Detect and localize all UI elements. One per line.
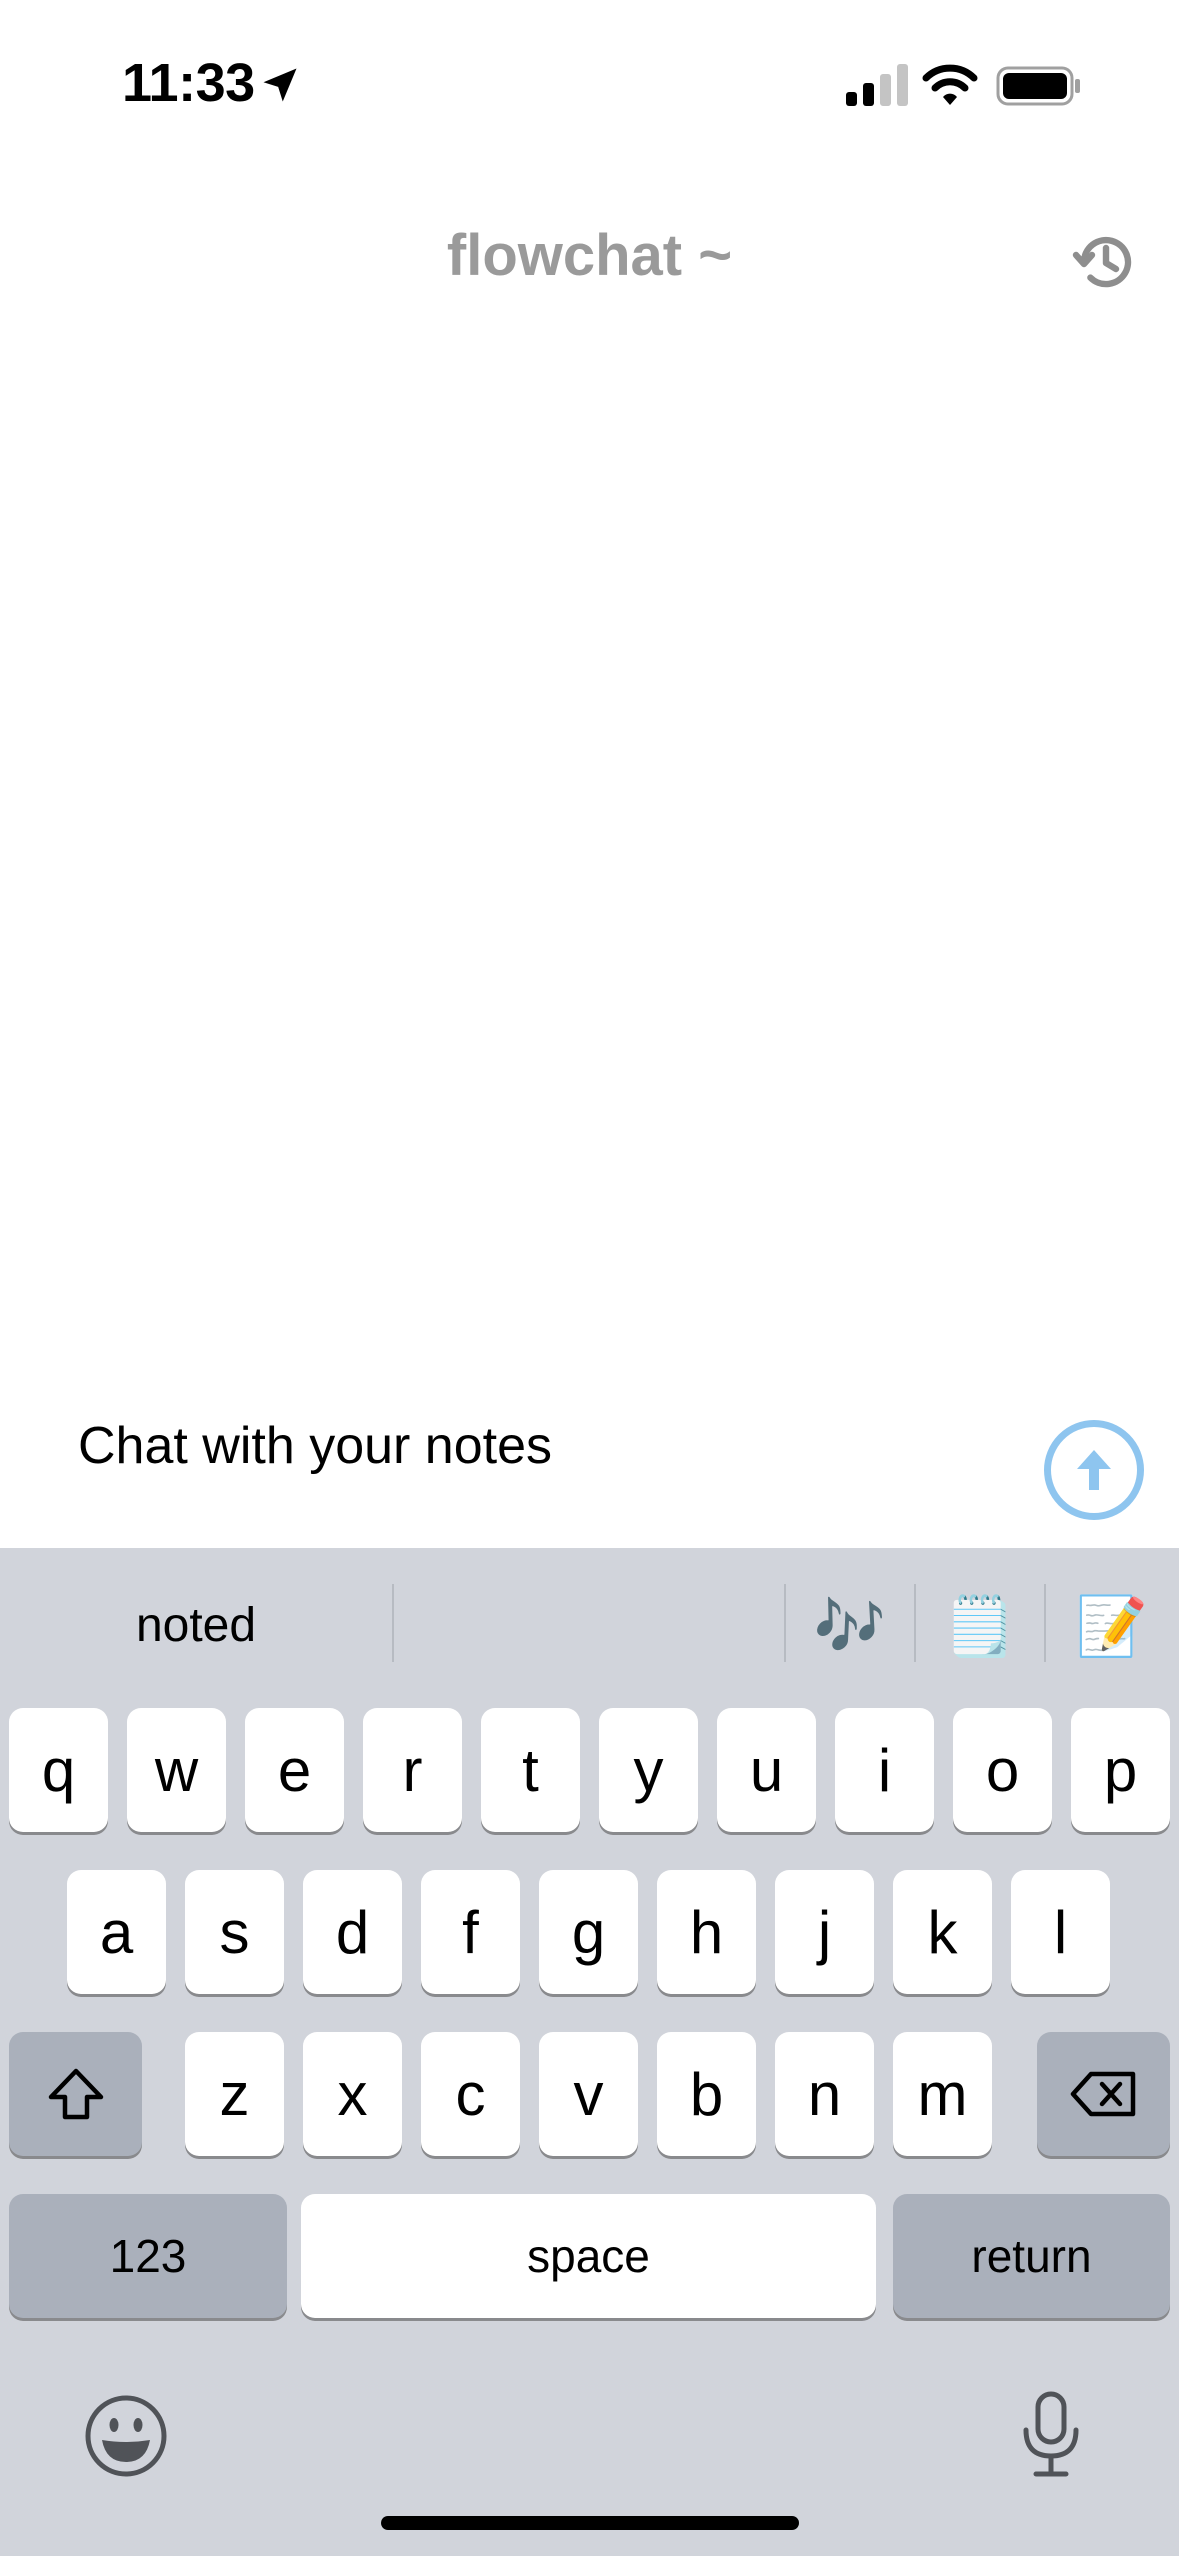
- key-b[interactable]: b: [657, 2032, 756, 2156]
- key-q[interactable]: q: [9, 1708, 108, 1832]
- key-t[interactable]: t: [481, 1708, 580, 1832]
- chat-input[interactable]: [78, 1406, 998, 1486]
- app-screen: 11:33 flowchat ~ Chat with your notes no…: [0, 0, 1179, 2556]
- suggestion-emoji-memo[interactable]: 📝: [1052, 1592, 1172, 1662]
- key-z[interactable]: z: [185, 2032, 284, 2156]
- home-indicator[interactable]: [381, 2516, 799, 2530]
- key-w[interactable]: w: [127, 1708, 226, 1832]
- key-f[interactable]: f: [421, 1870, 520, 1994]
- shift-icon: [48, 2068, 103, 2120]
- key-i[interactable]: i: [835, 1708, 934, 1832]
- key-u[interactable]: u: [717, 1708, 816, 1832]
- status-time: 11:33: [122, 53, 255, 113]
- key-r[interactable]: r: [363, 1708, 462, 1832]
- suggestion-emoji-music[interactable]: 🎶: [790, 1592, 910, 1662]
- cellular-signal-icon: [846, 64, 908, 106]
- key-j[interactable]: j: [775, 1870, 874, 1994]
- key-o[interactable]: o: [953, 1708, 1052, 1832]
- suggestion-divider: [914, 1584, 916, 1662]
- key-m[interactable]: m: [893, 2032, 992, 2156]
- key-k[interactable]: k: [893, 1870, 992, 1994]
- history-clock-icon[interactable]: [1072, 228, 1140, 296]
- key-x[interactable]: x: [303, 2032, 402, 2156]
- suggestion-word[interactable]: noted: [0, 1598, 392, 1653]
- status-bar: 11:33: [0, 0, 1179, 170]
- shift-key[interactable]: [9, 2032, 142, 2156]
- suggestion-divider: [784, 1584, 786, 1662]
- key-p[interactable]: p: [1071, 1708, 1170, 1832]
- key-c[interactable]: c: [421, 2032, 520, 2156]
- key-a[interactable]: a: [67, 1870, 166, 1994]
- key-h[interactable]: h: [657, 1870, 756, 1994]
- key-v[interactable]: v: [539, 2032, 638, 2156]
- microphone-icon[interactable]: [1018, 2390, 1084, 2480]
- suggestion-bar: noted 🎶 🗒️ 📝: [0, 1548, 1179, 1698]
- battery-icon: [996, 66, 1080, 106]
- return-key[interactable]: return: [893, 2194, 1170, 2318]
- send-button[interactable]: [1044, 1420, 1144, 1520]
- arrow-up-icon: [1077, 1450, 1111, 1490]
- key-s[interactable]: s: [185, 1870, 284, 1994]
- app-title[interactable]: flowchat ~: [0, 222, 1179, 289]
- key-d[interactable]: d: [303, 1870, 402, 1994]
- delete-key[interactable]: [1037, 2032, 1170, 2156]
- key-n[interactable]: n: [775, 2032, 874, 2156]
- space-key[interactable]: space: [301, 2194, 876, 2318]
- location-arrow-icon: [263, 68, 297, 102]
- wifi-icon: [922, 64, 978, 105]
- suggestion-divider: [1044, 1584, 1046, 1662]
- delete-backspace-icon: [1070, 2071, 1135, 2117]
- key-g[interactable]: g: [539, 1870, 638, 1994]
- emoji-face-icon[interactable]: [84, 2394, 168, 2478]
- suggestion-divider: [392, 1584, 394, 1662]
- numbers-key[interactable]: 123: [9, 2194, 287, 2318]
- key-l[interactable]: l: [1011, 1870, 1110, 1994]
- key-e[interactable]: e: [245, 1708, 344, 1832]
- suggestion-emoji-notepad[interactable]: 🗒️: [920, 1592, 1040, 1662]
- key-y[interactable]: y: [599, 1708, 698, 1832]
- keyboard: noted 🎶 🗒️ 📝 q w e r t y u i o p a s d f…: [0, 1548, 1179, 2556]
